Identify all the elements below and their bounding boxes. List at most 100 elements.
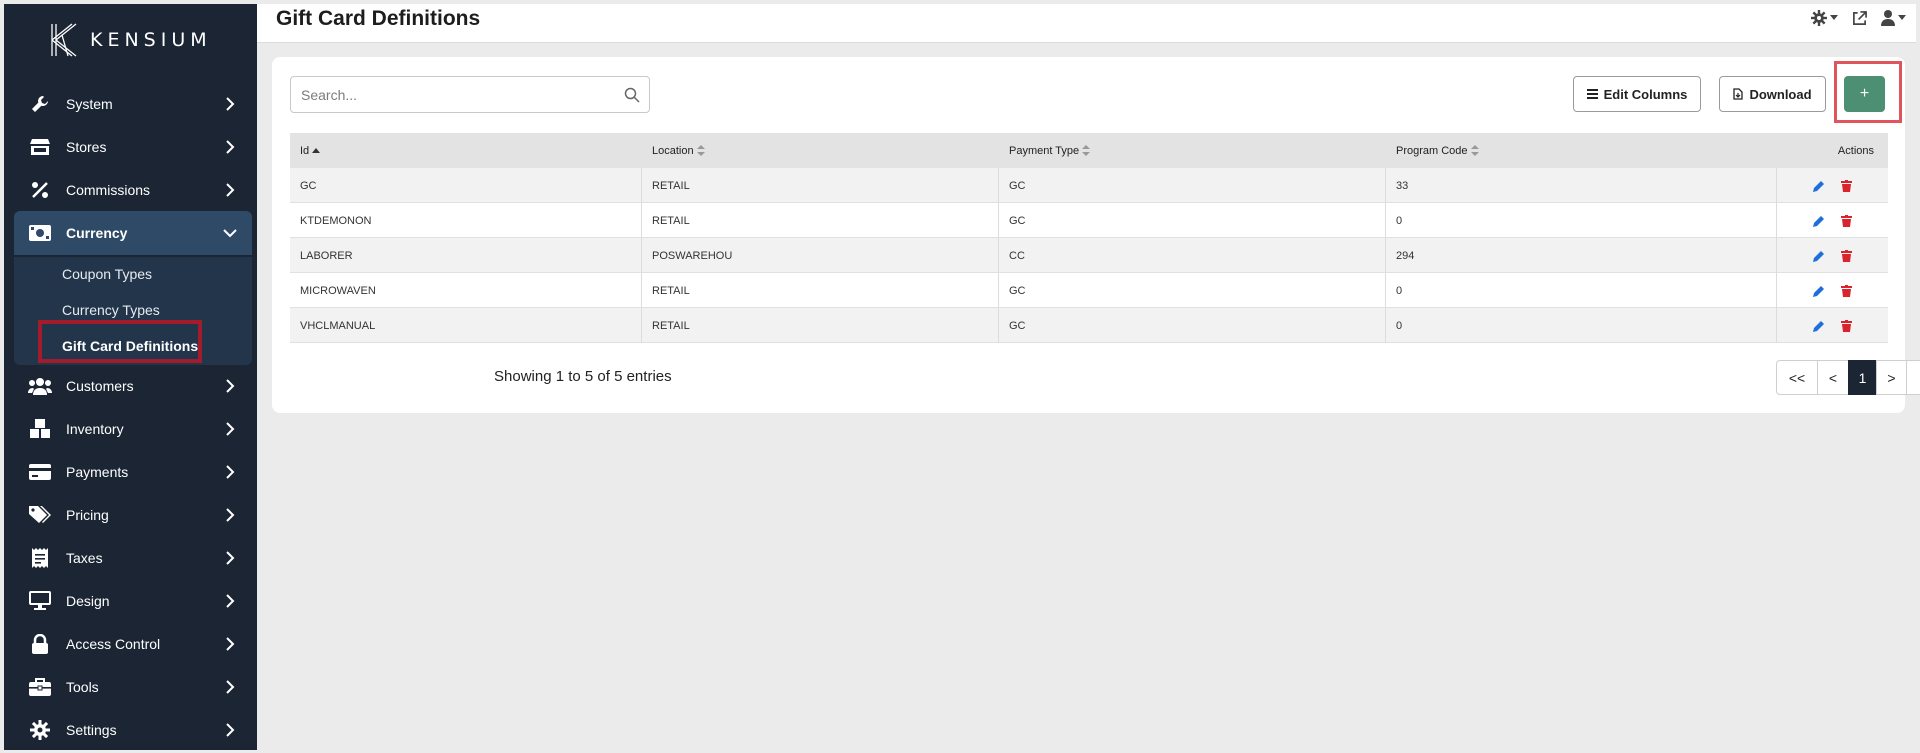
brand-logo[interactable]: KENSIUM [48, 20, 212, 60]
file-download-icon [1733, 88, 1744, 100]
gift-card-list-panel: Edit Columns Download + Id Location Paym… [272, 57, 1920, 413]
gear-icon [1811, 10, 1827, 26]
sidebar-item-tools[interactable]: Tools [14, 667, 252, 707]
sort-asc-icon [312, 147, 321, 153]
chevron-right-icon [226, 508, 235, 522]
download-button[interactable]: Download [1719, 76, 1826, 112]
table-row: LABORER POSWAREHOU CC 294 [290, 238, 1888, 273]
edit-button[interactable] [1812, 179, 1826, 193]
column-header-location[interactable]: Location [642, 133, 999, 168]
cell-program-code: 0 [1386, 273, 1777, 308]
first-page-button[interactable]: << [1776, 360, 1818, 395]
page-header: Gift Card Definitions [257, 4, 1916, 43]
chevron-down-icon [223, 229, 237, 238]
settings-dropdown[interactable] [1811, 10, 1838, 26]
edit-columns-button[interactable]: Edit Columns [1573, 76, 1701, 112]
monitor-icon [28, 589, 52, 613]
table-row: MICROWAVEN RETAIL GC 0 [290, 273, 1888, 308]
edit-button[interactable] [1812, 214, 1826, 228]
column-header-payment-type[interactable]: Payment Type [999, 133, 1386, 168]
cell-location: RETAIL [642, 203, 999, 238]
sidebar-item-pricing[interactable]: Pricing [14, 495, 252, 535]
sidebar: KENSIUM System Stores Commissions Curren… [4, 4, 257, 750]
cell-program-code: 294 [1386, 238, 1777, 273]
next-page-button[interactable]: > [1876, 360, 1907, 395]
receipt-icon [28, 546, 52, 570]
cell-location: POSWAREHOU [642, 238, 999, 273]
table-row: KTDEMONON RETAIL GC 0 [290, 203, 1888, 238]
pencil-icon [1812, 215, 1824, 227]
cell-payment-type: GC [999, 273, 1386, 308]
sidebar-item-payments[interactable]: Payments [14, 452, 252, 492]
sidebar-item-label: Tools [66, 679, 99, 695]
search-input[interactable] [290, 76, 650, 113]
sidebar-item-settings[interactable]: Settings [14, 710, 252, 750]
sidebar-item-label: Access Control [66, 636, 161, 652]
column-label: Location [652, 144, 694, 157]
edit-button[interactable] [1812, 319, 1826, 333]
cell-id: MICROWAVEN [290, 273, 642, 308]
cell-id: KTDEMONON [290, 203, 642, 238]
delete-button[interactable] [1840, 319, 1854, 333]
sidebar-item-taxes[interactable]: Taxes [14, 538, 252, 578]
cell-payment-type: GC [999, 308, 1386, 343]
cell-payment-type: GC [999, 168, 1386, 203]
search-icon [624, 87, 640, 103]
table-row: VHCLMANUAL RETAIL GC 0 [290, 308, 1888, 343]
sidebar-item-inventory[interactable]: Inventory [14, 409, 252, 449]
chevron-right-icon [226, 140, 235, 154]
sidebar-item-access-control[interactable]: Access Control [14, 624, 252, 664]
pencil-icon [1812, 285, 1824, 297]
sidebar-item-label: Settings [66, 722, 117, 738]
cell-location: RETAIL [642, 273, 999, 308]
chevron-right-icon [226, 680, 235, 694]
add-button-highlight [1834, 61, 1902, 123]
open-external-button[interactable] [1852, 10, 1867, 26]
column-header-program-code[interactable]: Program Code [1386, 133, 1777, 168]
chevron-right-icon [226, 594, 235, 608]
wrench-icon [28, 92, 52, 116]
current-page-button[interactable]: 1 [1848, 360, 1877, 395]
gear-icon [28, 718, 52, 742]
cell-program-code: 0 [1386, 308, 1777, 343]
lock-icon [28, 632, 52, 656]
sidebar-item-label: System [66, 96, 113, 112]
edit-button[interactable] [1812, 284, 1826, 298]
sort-icon [696, 145, 705, 156]
table-row: GC RETAIL GC 33 [290, 168, 1888, 203]
sidebar-item-commissions[interactable]: Commissions [14, 170, 252, 210]
column-label: Id [300, 144, 310, 157]
delete-button[interactable] [1840, 249, 1854, 263]
cell-payment-type: GC [999, 203, 1386, 238]
trash-icon [1841, 319, 1852, 332]
sidebar-item-label: Design [66, 593, 110, 609]
delete-button[interactable] [1840, 179, 1854, 193]
last-page-button[interactable]: >> [1906, 360, 1920, 395]
user-menu[interactable] [1881, 10, 1906, 26]
gift-card-table: Id Location Payment Type Program Code Ac… [290, 133, 1888, 343]
column-header-id[interactable]: Id [290, 133, 642, 168]
sidebar-item-design[interactable]: Design [14, 581, 252, 621]
toolbox-icon [28, 675, 52, 699]
cell-id: GC [290, 168, 642, 203]
column-header-actions: Actions [1777, 133, 1888, 168]
edit-button[interactable] [1812, 249, 1826, 263]
previous-page-button[interactable]: < [1817, 360, 1849, 395]
sidebar-subitem-coupon-types[interactable]: Coupon Types [62, 266, 152, 282]
brand-name: KENSIUM [90, 29, 212, 51]
sidebar-item-stores[interactable]: Stores [14, 127, 252, 167]
pencil-icon [1812, 180, 1824, 192]
delete-button[interactable] [1840, 214, 1854, 228]
sidebar-item-customers[interactable]: Customers [14, 366, 252, 406]
sidebar-item-currency[interactable]: Currency [14, 211, 252, 255]
sidebar-subitem-currency-types[interactable]: Currency Types [62, 302, 160, 318]
cell-actions [1777, 238, 1888, 273]
percent-icon [28, 178, 52, 202]
cell-id: LABORER [290, 238, 642, 273]
chevron-right-icon [226, 379, 235, 393]
delete-button[interactable] [1840, 284, 1854, 298]
sidebar-item-label: Pricing [66, 507, 109, 523]
caret-down-icon [1830, 15, 1838, 20]
sidebar-item-system[interactable]: System [14, 84, 252, 124]
sidebar-item-label: Inventory [66, 421, 124, 437]
